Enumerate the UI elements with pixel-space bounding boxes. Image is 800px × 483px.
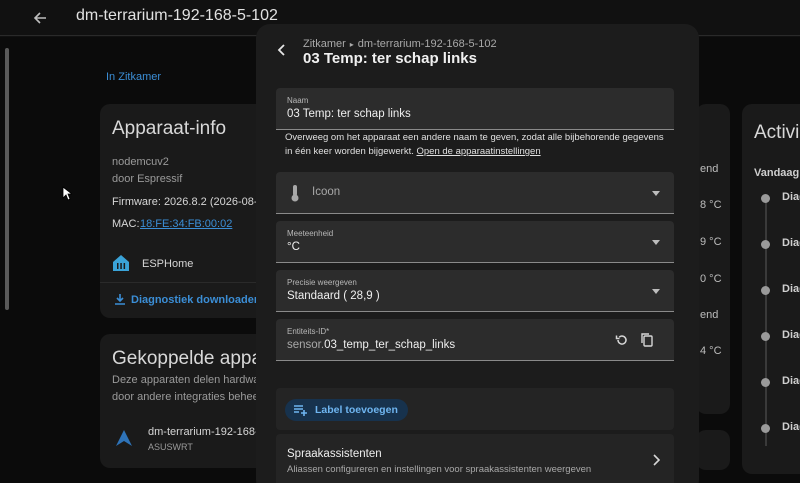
timeline-item[interactable]: Diag xyxy=(782,237,800,249)
entity-id-value[interactable]: sensor.03_temp_ter_schap_links xyxy=(287,339,455,351)
timeline-dot xyxy=(761,240,770,249)
entity-id-label: Entiteits-ID* xyxy=(287,327,330,336)
unit-select[interactable]: Meeteenheid °C xyxy=(276,221,674,263)
timeline-item[interactable]: Diag xyxy=(782,421,800,433)
timeline-item[interactable]: Diag xyxy=(782,375,800,387)
timeline-dot xyxy=(761,194,770,203)
voice-assistants-subtitle: Aliassen configureren en instellingen vo… xyxy=(287,464,592,475)
mid-value: 0 °C xyxy=(700,273,722,285)
asus-logo-icon xyxy=(116,430,132,446)
timeline-dot xyxy=(761,286,770,295)
timeline-item[interactable]: Diag xyxy=(782,329,800,341)
chevron-left-icon xyxy=(277,44,285,56)
device-manufacturer: door Espressif xyxy=(112,173,183,185)
sensors-card xyxy=(696,104,730,414)
timeline-item[interactable]: Diag xyxy=(782,283,800,295)
add-label-text: Label toevoegen xyxy=(315,404,398,416)
icon-picker-field[interactable]: Icoon xyxy=(276,172,674,214)
name-field-value[interactable]: 03 Temp: ter schap links xyxy=(287,108,411,120)
download-icon xyxy=(115,294,125,305)
thermometer-icon xyxy=(291,185,299,202)
esphome-logo-icon xyxy=(113,255,129,271)
area-link[interactable]: In Zitkamer xyxy=(106,71,161,83)
timeline-item[interactable]: Diag xyxy=(782,191,800,203)
unit-value: °C xyxy=(287,241,300,253)
timeline-line xyxy=(765,196,767,446)
mid-value: 9 °C xyxy=(700,236,722,248)
arrow-left-icon xyxy=(33,12,46,24)
entity-id-field[interactable]: Entiteits-ID* sensor.03_temp_ter_schap_l… xyxy=(276,319,674,361)
linked-desc-line1: Deze apparaten delen hardware xyxy=(112,374,270,386)
linked-desc-line2: door andere integraties behee xyxy=(112,391,259,403)
precision-select[interactable]: Precisie weergeven Standaard ( 28,9 ) xyxy=(276,270,674,312)
timeline-dot xyxy=(761,424,770,433)
device-info-title: Apparaat-info xyxy=(112,118,227,139)
page-title: dm-terrarium-192-168-5-102 xyxy=(76,7,278,24)
device-mac-label: MAC: xyxy=(112,218,140,230)
chevron-down-icon xyxy=(652,191,660,196)
mid-value: 8 °C xyxy=(700,199,722,211)
mouse-cursor-icon xyxy=(62,186,72,201)
dialog-breadcrumb: Zitkamer ▸ dm-terrarium-192-168-5-102 xyxy=(303,38,497,50)
divider xyxy=(100,282,280,283)
copy-icon[interactable] xyxy=(640,332,654,347)
back-button[interactable] xyxy=(26,4,54,32)
labels-section: Label toevoegen xyxy=(276,388,674,430)
integration-name: ESPHome xyxy=(142,258,194,270)
page-scrollbar[interactable] xyxy=(5,48,9,310)
device-model: nodemcuv2 xyxy=(112,156,169,168)
device-mac-link[interactable]: 18:FE:34:FB:00:02 xyxy=(140,218,232,230)
download-diagnostics-button[interactable]: Diagnostiek downloaden xyxy=(131,294,261,306)
add-label-button[interactable]: Label toevoegen xyxy=(285,399,408,421)
chevron-down-icon xyxy=(652,240,660,245)
voice-assistants-title: Spraakassistenten xyxy=(287,448,382,460)
linked-devices-card: Gekoppelde appar Deze apparaten delen ha… xyxy=(100,334,280,468)
entity-id-object: 03_temp_ter_schap_links xyxy=(324,339,456,351)
mid-value: end xyxy=(700,309,719,321)
name-helper-text: Overweeg om het apparaat een andere naam… xyxy=(285,131,673,159)
precision-value: Standaard ( 28,9 ) xyxy=(287,290,380,302)
entity-settings-dialog: Zitkamer ▸ dm-terrarium-192-168-5-102 03 T… xyxy=(256,24,699,483)
name-field[interactable]: Naam 03 Temp: ter schap links xyxy=(276,88,674,130)
label-add-icon xyxy=(294,405,307,416)
voice-assistants-row[interactable]: Spraakassistenten Aliassen configureren … xyxy=(276,434,674,483)
breadcrumb-separator-icon: ▸ xyxy=(349,40,354,49)
activity-today: Vandaag xyxy=(754,167,800,179)
breadcrumb-device: dm-terrarium-192-168-5-102 xyxy=(357,38,497,50)
device-firmware: Firmware: 2026.8.2 (2026-08-3 xyxy=(112,196,264,208)
secondary-card xyxy=(696,430,730,470)
linked-devices-title: Gekoppelde appar xyxy=(112,348,269,369)
timeline-dot xyxy=(761,332,770,341)
name-field-label: Naam xyxy=(287,96,309,105)
restore-icon[interactable] xyxy=(615,333,629,347)
dialog-back-button[interactable] xyxy=(272,40,292,60)
chevron-down-icon xyxy=(652,289,660,294)
linked-device-name[interactable]: dm-terrarium-192-168-5 xyxy=(148,426,265,438)
mid-value: end xyxy=(700,163,719,175)
unit-label: Meeteenheid xyxy=(287,229,334,238)
chevron-right-icon xyxy=(653,454,660,466)
open-device-settings-link[interactable]: Open de apparaatinstellingen xyxy=(417,146,541,157)
breadcrumb-area: Zitkamer xyxy=(303,38,346,50)
linked-device-sub: ASUSWRT xyxy=(148,442,193,452)
mid-value: 4 °C xyxy=(700,345,722,357)
icon-field-placeholder: Icoon xyxy=(312,186,341,198)
dialog-title: 03 Temp: ter schap links xyxy=(303,50,477,67)
precision-label: Precisie weergeven xyxy=(287,278,357,287)
timeline-dot xyxy=(761,378,770,387)
device-info-card: Apparaat-info nodemcuv2 door Espressif F… xyxy=(100,104,280,318)
activity-title: Activi xyxy=(754,122,800,143)
entity-id-prefix: sensor. xyxy=(287,339,325,351)
